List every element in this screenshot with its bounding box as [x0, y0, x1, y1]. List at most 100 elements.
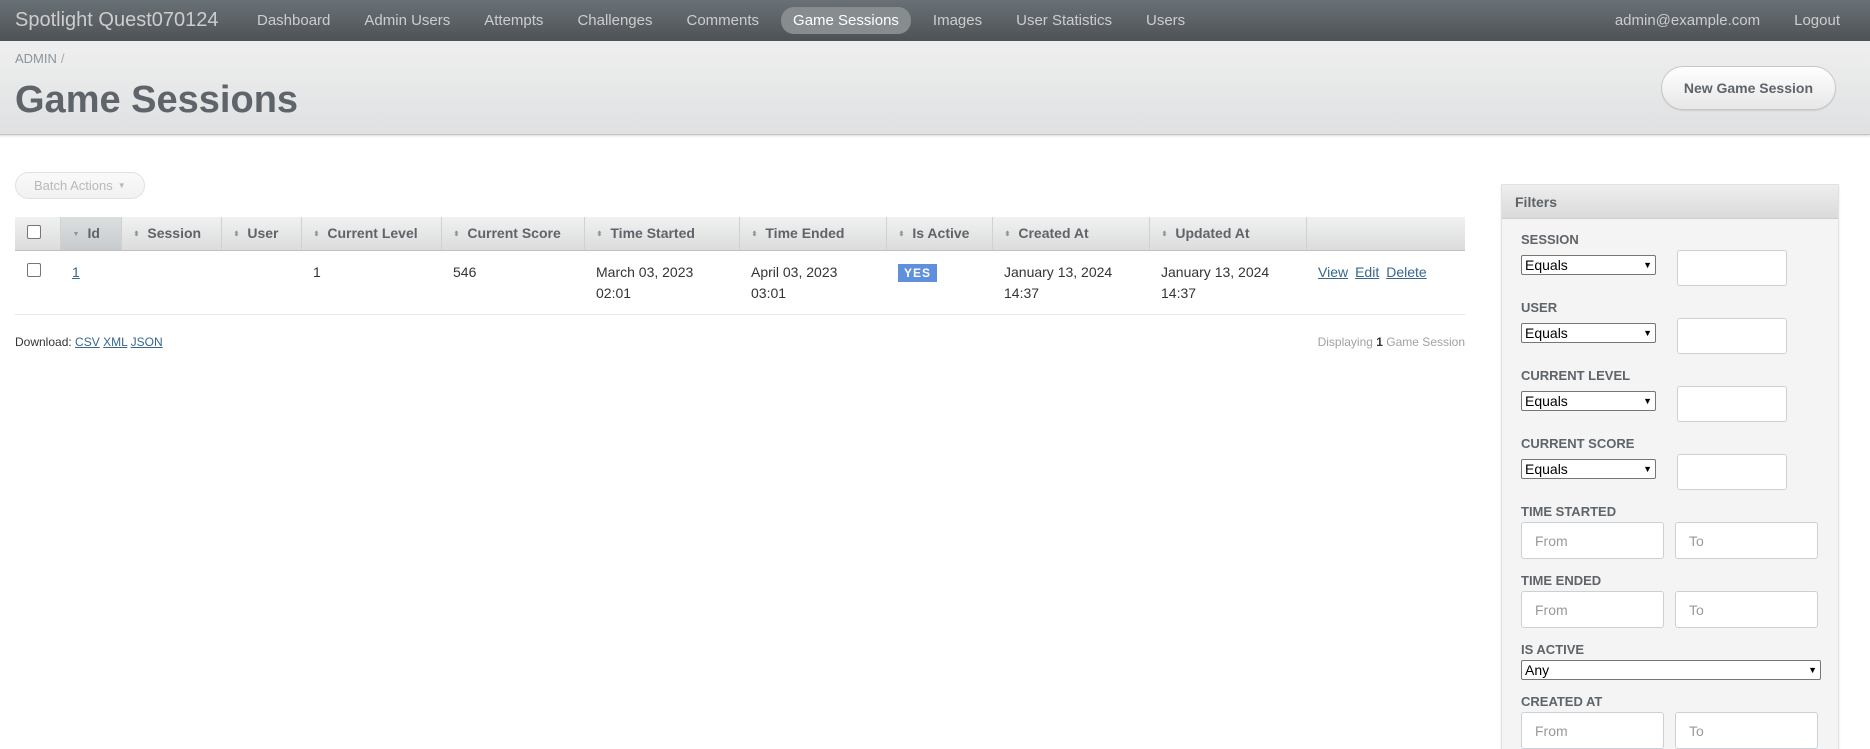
filter-session: SESSION Equals ▼ [1521, 231, 1820, 286]
chevron-down-icon: ▼ [1643, 464, 1652, 474]
pagination-info: Displaying 1 Game Session [1318, 335, 1465, 349]
row-checkbox[interactable] [27, 262, 41, 277]
nav-item-attempts[interactable]: Attempts [472, 7, 555, 34]
current-user-link[interactable]: admin@example.com [1615, 12, 1760, 29]
batch-actions-button[interactable]: Batch Actions ▼ [15, 172, 145, 199]
sort-icon: ⬍ [133, 231, 140, 239]
chevron-down-icon: ▼ [1643, 396, 1652, 406]
time-started-date: March 03, 2023 [596, 263, 694, 280]
cell-user [221, 250, 301, 315]
filter-current-level: CURRENT LEVEL Equals ▼ [1521, 367, 1820, 422]
filter-created-at: CREATED AT From To [1521, 693, 1820, 749]
column-header-time-started[interactable]: ⬍ Time Started [584, 217, 740, 251]
delete-link[interactable]: Delete [1386, 264, 1426, 280]
nav-item-user-statistics[interactable]: User Statistics [1004, 7, 1124, 34]
cell-id: 1 [60, 250, 121, 315]
breadcrumb: ADMIN / [15, 51, 65, 66]
download-csv-link[interactable]: CSV [75, 335, 100, 349]
sort-desc-icon: ▼ [72, 231, 80, 239]
updated-at-date: January 13, 2024 [1161, 263, 1270, 280]
download-label: Download: [15, 334, 72, 349]
time-ended-from-input[interactable]: From [1521, 591, 1664, 628]
breadcrumb-separator: / [60, 51, 65, 66]
page-title: Game Sessions [15, 79, 299, 121]
sort-icon: ⬍ [1004, 231, 1011, 239]
user-operator-select[interactable]: Equals ▼ [1521, 323, 1656, 343]
current-level-value-input[interactable] [1677, 386, 1787, 422]
current-level-operator-select[interactable]: Equals ▼ [1521, 391, 1656, 411]
column-label-current-level: Current Level [327, 225, 418, 242]
current-score-operator-select[interactable]: Equals ▼ [1521, 459, 1656, 479]
logout-link[interactable]: Logout [1794, 12, 1840, 29]
session-operator-select[interactable]: Equals ▼ [1521, 255, 1656, 275]
filter-label-time-started: TIME STARTED [1521, 504, 1617, 519]
time-ended-to-input[interactable]: To [1675, 591, 1818, 628]
chevron-down-icon: ▼ [1643, 260, 1652, 270]
batch-actions-label: Batch Actions [34, 178, 113, 193]
nav-item-comments[interactable]: Comments [675, 7, 772, 34]
download-links: Download: CSV XML JSON [15, 335, 163, 349]
column-header-id[interactable]: ▼ Id [60, 217, 122, 251]
time-ended-time: 03:01 [751, 284, 787, 301]
cell-actions: View Edit Delete [1306, 250, 1465, 315]
created-at-from-input[interactable]: From [1521, 712, 1664, 749]
column-header-session[interactable]: ⬍ Session [121, 217, 222, 251]
view-link[interactable]: View [1318, 264, 1348, 280]
column-label-created-at: Created At [1018, 225, 1089, 242]
user-value-input[interactable] [1677, 318, 1787, 354]
select-value: Equals [1525, 393, 1568, 409]
current-score-value-input[interactable] [1677, 454, 1787, 490]
column-header-current-level[interactable]: ⬍ Current Level [301, 217, 442, 251]
nav-item-images[interactable]: Images [921, 7, 994, 34]
time-started-from-input[interactable]: From [1521, 522, 1664, 559]
utility-nav: admin@example.com Logout [1581, 0, 1840, 41]
column-label-time-started: Time Started [610, 225, 695, 242]
column-header-is-active[interactable]: ⬍ Is Active [886, 217, 993, 251]
column-header-created-at[interactable]: ⬍ Created At [992, 217, 1150, 251]
download-xml-link[interactable]: XML [103, 335, 127, 349]
column-label-time-ended: Time Ended [765, 225, 845, 242]
column-header-time-ended[interactable]: ⬍ Time Ended [739, 217, 887, 251]
column-header-current-score[interactable]: ⬍ Current Score [441, 217, 585, 251]
header-bar: Spotlight Quest070124 Dashboard Admin Us… [0, 0, 1870, 41]
session-value-input[interactable] [1677, 250, 1787, 286]
cell-time-started: March 03, 2023 02:01 [584, 250, 739, 315]
cell-updated-at: January 13, 2024 14:37 [1149, 250, 1306, 315]
column-header-updated-at[interactable]: ⬍ Updated At [1149, 217, 1307, 251]
new-game-session-button[interactable]: New Game Session [1660, 66, 1836, 110]
column-header-user[interactable]: ⬍ User [221, 217, 302, 251]
filters-sidebar: Filters SESSION Equals ▼ USER Equals ▼ CUR… [1501, 184, 1839, 749]
download-json-link[interactable]: JSON [131, 335, 163, 349]
id-link[interactable]: 1 [72, 264, 80, 280]
nav-item-game-sessions[interactable]: Game Sessions [781, 7, 911, 34]
cell-is-active: YES [886, 250, 992, 315]
cell-session [121, 250, 221, 315]
time-started-to-input[interactable]: To [1675, 522, 1818, 559]
status-badge: YES [898, 263, 938, 282]
nav-item-dashboard[interactable]: Dashboard [245, 7, 342, 34]
filters-form: SESSION Equals ▼ USER Equals ▼ CURRENT LEV… [1502, 219, 1838, 749]
created-at-to-input[interactable]: To [1675, 712, 1818, 749]
cell-current-level: 1 [301, 250, 441, 315]
filter-user: USER Equals ▼ [1521, 299, 1820, 354]
edit-link[interactable]: Edit [1355, 264, 1379, 280]
table-header-row: ▼ Id ⬍ Session ⬍ User ⬍ Current Level ⬍ Curre… [15, 217, 1465, 251]
sort-icon: ⬍ [751, 231, 758, 239]
column-label-session: Session [147, 225, 202, 242]
site-title[interactable]: Spotlight Quest070124 [0, 9, 240, 32]
sort-icon: ⬍ [1161, 231, 1168, 239]
nav-item-users[interactable]: Users [1134, 7, 1197, 34]
column-label-user: User [247, 225, 279, 242]
filter-label-is-active: IS ACTIVE [1521, 642, 1585, 657]
filter-label-session: SESSION [1521, 232, 1579, 247]
filter-is-active: IS ACTIVE Any ▼ [1521, 641, 1821, 680]
created-at-time: 14:37 [1004, 284, 1040, 301]
nav-item-admin-users[interactable]: Admin Users [352, 7, 462, 34]
select-all-checkbox[interactable] [27, 224, 41, 239]
breadcrumb-admin-link[interactable]: ADMIN [15, 51, 57, 66]
is-active-select[interactable]: Any ▼ [1521, 660, 1821, 680]
sort-icon: ⬍ [313, 231, 320, 239]
nav-item-challenges[interactable]: Challenges [565, 7, 664, 34]
column-header-actions [1306, 217, 1465, 251]
main-content: Batch Actions ▼ ▼ Id ⬍ Session ⬍ User ⬍ Curr… [15, 172, 1465, 349]
